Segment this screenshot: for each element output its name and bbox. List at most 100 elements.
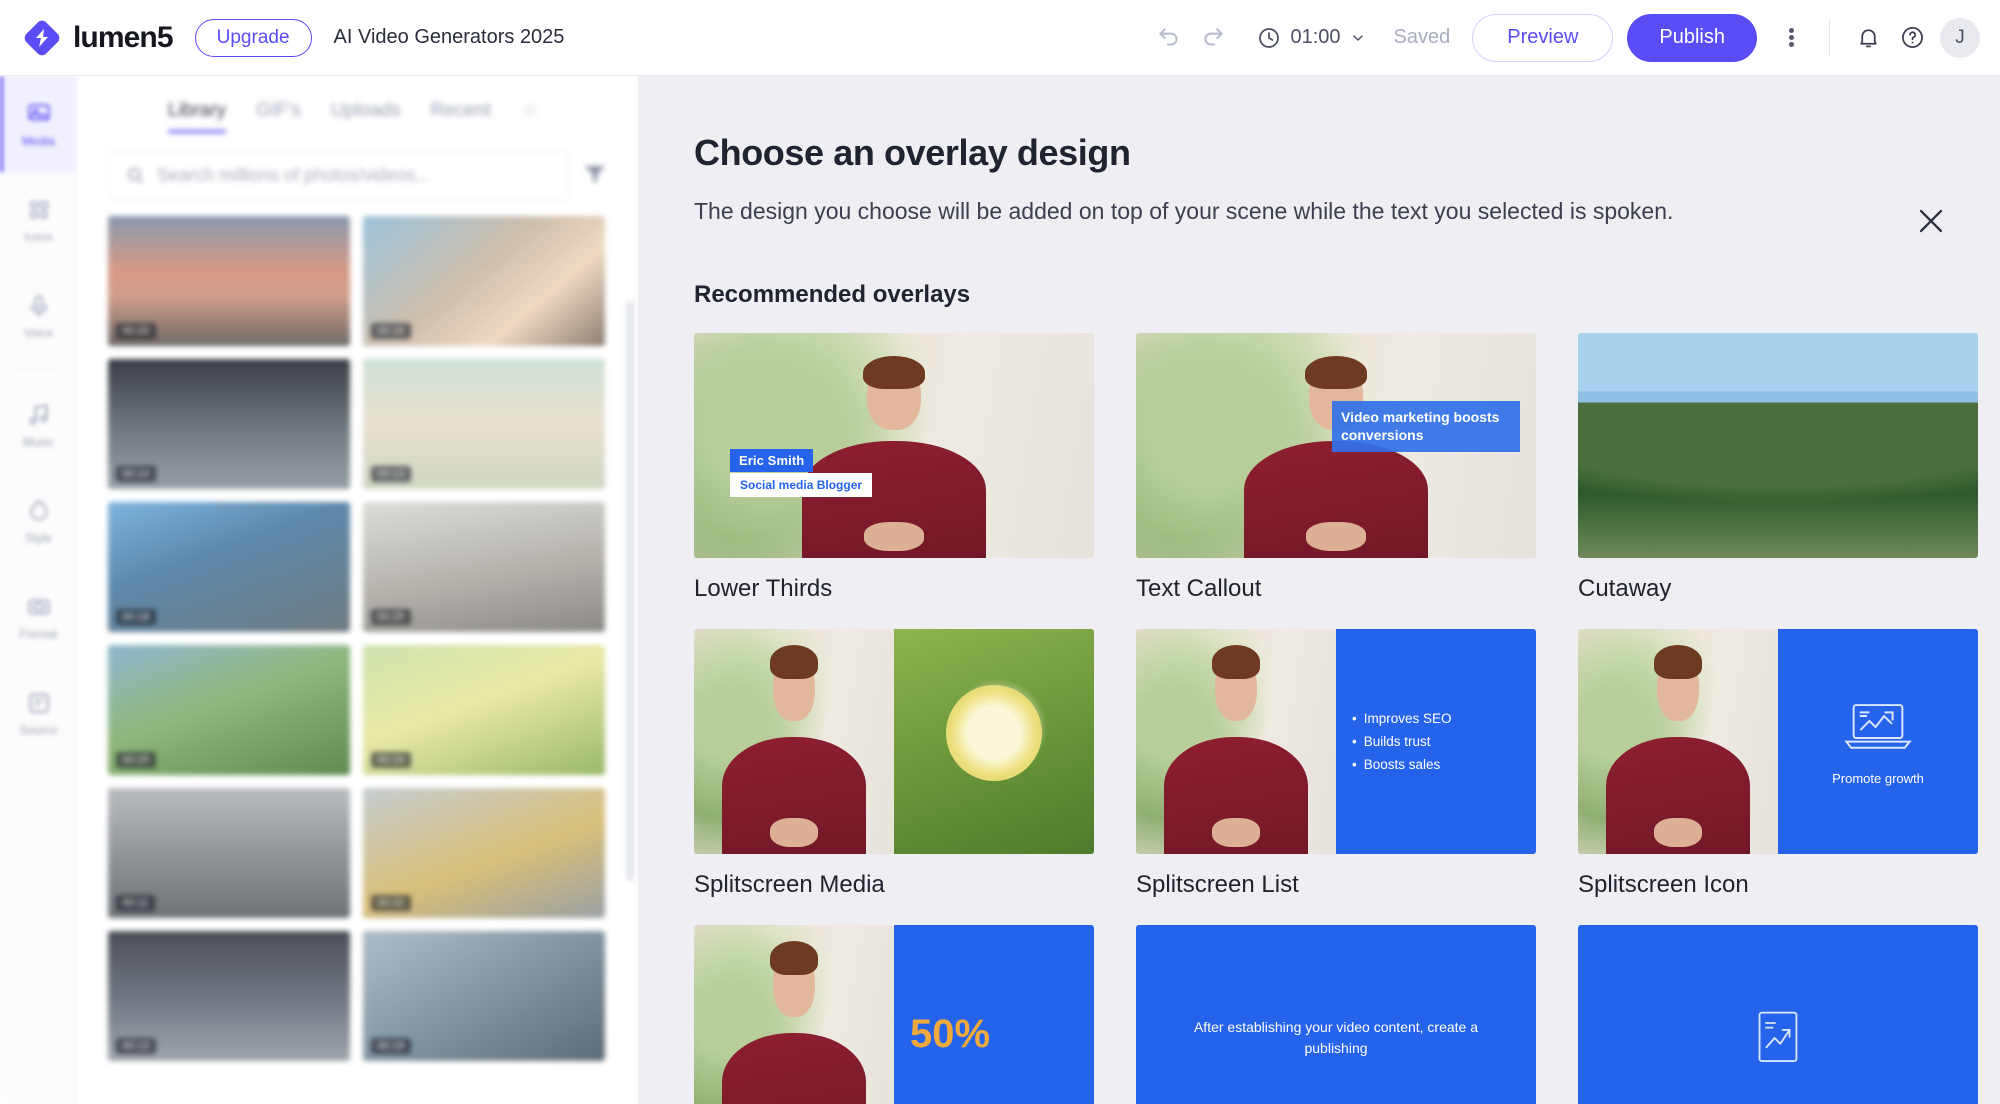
sidebar-item-style[interactable]: Style — [0, 473, 77, 569]
media-panel-scrollbar[interactable] — [627, 301, 633, 881]
tab-uploads[interactable]: Uploads — [331, 100, 401, 133]
preview-button[interactable]: Preview — [1472, 13, 1614, 62]
tab-library[interactable]: Library — [168, 100, 227, 133]
media-thumbnail[interactable]: 00:18 — [108, 502, 350, 632]
filter-icon[interactable] — [583, 163, 607, 188]
sidebar-divider — [14, 370, 63, 371]
overlay-card-label: Splitscreen Icon — [1578, 871, 1749, 898]
overlay-card-splitscreen-icon[interactable]: Promote growth Splitscreen Icon — [1578, 629, 1978, 899]
chevron-down-icon — [1352, 34, 1363, 41]
brand-name: lumen5 — [73, 20, 174, 54]
thumbnail-duration: 00:14 — [116, 466, 156, 482]
sidebar-item-label: Style — [25, 530, 52, 545]
chart-growth-icon — [1758, 1011, 1798, 1062]
project-title[interactable]: AI Video Generators 2025 — [334, 26, 565, 49]
clock-icon — [1259, 27, 1280, 48]
sidebar-item-source[interactable]: Source — [0, 665, 77, 761]
sidebar-item-label: Media — [22, 133, 55, 148]
top-bar-actions: 01:00 Saved Preview Publish J — [1147, 13, 2000, 62]
tab-recent[interactable]: Recent — [431, 100, 491, 133]
top-bar: lumen5 Upgrade AI Video Generators 2025 … — [0, 0, 2000, 76]
sidebar-item-music[interactable]: Music — [0, 377, 77, 473]
overlay-design-modal: Choose an overlay design The design you … — [638, 76, 2000, 1104]
full-icon-panel — [1578, 925, 1978, 1104]
overlay-card-cutaway[interactable]: Cutaway — [1578, 333, 1978, 603]
overlay-card-label: Splitscreen List — [1136, 871, 1299, 898]
close-icon — [1919, 209, 1943, 233]
media-thumbnail[interactable]: 00:20 — [108, 216, 350, 346]
publish-button[interactable]: Publish — [1627, 13, 1757, 62]
overlay-card-full-icon[interactable] — [1578, 925, 1978, 1104]
voice-icon — [30, 294, 47, 317]
user-avatar[interactable]: J — [1940, 17, 1980, 58]
overlay-preview: Video marketing boosts conversions — [1136, 333, 1536, 558]
overlay-card-full-text[interactable]: After establishing your video content, c… — [1136, 925, 1536, 1104]
overlay-card-label: Cutaway — [1578, 575, 1672, 602]
upgrade-button[interactable]: Upgrade — [194, 18, 312, 57]
overlay-card-text-callout[interactable]: Video marketing boosts conversions Text … — [1136, 333, 1536, 603]
help-button[interactable] — [1890, 16, 1934, 60]
duration-selector[interactable]: 01:00 — [1257, 26, 1365, 50]
media-thumbnail[interactable]: 00:19 — [363, 931, 605, 1061]
cutaway-scene-image — [1578, 333, 1978, 558]
laptop-growth-chart-icon — [1844, 704, 1912, 749]
notifications-button[interactable] — [1846, 16, 1890, 60]
lower-third-name: Eric Smith — [730, 449, 814, 473]
thumbnail-duration: 00:25 — [371, 609, 411, 625]
media-thumbnail[interactable]: 00:13 — [108, 931, 350, 1061]
close-modal-button[interactable] — [1914, 204, 1948, 238]
overlay-card-splitscreen-list[interactable]: Improves SEO Builds trust Boosts sales S… — [1136, 629, 1536, 899]
overlay-card-grid: Eric Smith Social media Blogger Lower Th… — [694, 333, 1984, 1104]
brand-logo[interactable]: lumen5 — [22, 18, 174, 58]
thumbnail-duration: 00:20 — [116, 752, 156, 768]
sidebar-item-label: Icons — [24, 229, 53, 244]
overlay-preview: 50% — [694, 925, 1094, 1104]
stat-number: 50% — [910, 1012, 991, 1056]
section-title: Recommended overlays — [694, 281, 971, 308]
split-stat-panel: 50% — [894, 925, 1094, 1104]
media-thumbnail[interactable]: 00:16 — [363, 645, 605, 775]
thumbnail-duration: 00:16 — [371, 323, 411, 339]
overlay-card-splitscreen-media[interactable]: Splitscreen Media — [694, 629, 1094, 899]
sidebar-item-format[interactable]: Format — [0, 569, 77, 665]
redo-button[interactable] — [1191, 16, 1235, 60]
icon-caption: Promote growth — [1832, 771, 1924, 786]
modal-title: Choose an overlay design — [694, 132, 1131, 173]
full-text-panel: After establishing your video content, c… — [1136, 925, 1536, 1104]
more-options-button[interactable] — [1769, 16, 1813, 60]
sidebar-item-label: Format — [19, 626, 58, 641]
overlay-card-splitscreen-stat[interactable]: 50% — [694, 925, 1094, 1104]
overlay-preview — [1578, 333, 1978, 558]
sidebar-item-media[interactable]: Media — [0, 76, 77, 172]
search-icon — [127, 167, 143, 183]
media-thumbnail[interactable]: 00:25 — [363, 502, 605, 632]
icons-icon — [29, 200, 48, 219]
media-thumbnail[interactable]: 00:20 — [108, 645, 350, 775]
overlay-card-label: Splitscreen Media — [694, 871, 885, 898]
media-thumbnail[interactable]: 00:22 — [363, 788, 605, 918]
media-icon — [27, 103, 50, 120]
style-icon — [29, 499, 48, 520]
split-icon-panel: Promote growth — [1778, 629, 1978, 854]
sidebar-item-icons[interactable]: Icons — [0, 172, 77, 268]
media-thumbnail[interactable]: 00:14 — [108, 359, 350, 489]
music-note-icon — [28, 403, 48, 425]
search-placeholder: Search millions of photos/videos... — [157, 164, 431, 185]
thumbnail-duration: 00:13 — [116, 1038, 156, 1054]
help-circle-icon — [1901, 27, 1923, 48]
media-thumbnail[interactable]: 00:13 — [363, 359, 605, 489]
media-library-panel: Library GIF's Uploads Recent ☆ Search mi… — [78, 76, 638, 1104]
media-thumbnail[interactable]: 00:16 — [363, 216, 605, 346]
tab-gifs[interactable]: GIF's — [256, 100, 301, 133]
overlay-preview: After establishing your video content, c… — [1136, 925, 1536, 1104]
overlay-card-lower-thirds[interactable]: Eric Smith Social media Blogger Lower Th… — [694, 333, 1094, 603]
search-input[interactable]: Search millions of photos/videos... — [108, 150, 569, 200]
callout-text: Video marketing boosts conversions — [1332, 400, 1520, 453]
media-tabs: Library GIF's Uploads Recent ☆ — [78, 76, 637, 134]
list-item: Builds trust — [1352, 734, 1536, 749]
presenter-image — [1136, 629, 1336, 854]
sidebar-item-voice[interactable]: Voice — [0, 268, 77, 364]
star-icon[interactable]: ☆ — [521, 98, 539, 134]
media-thumbnail[interactable]: 00:11 — [108, 788, 350, 918]
undo-button[interactable] — [1147, 16, 1191, 60]
